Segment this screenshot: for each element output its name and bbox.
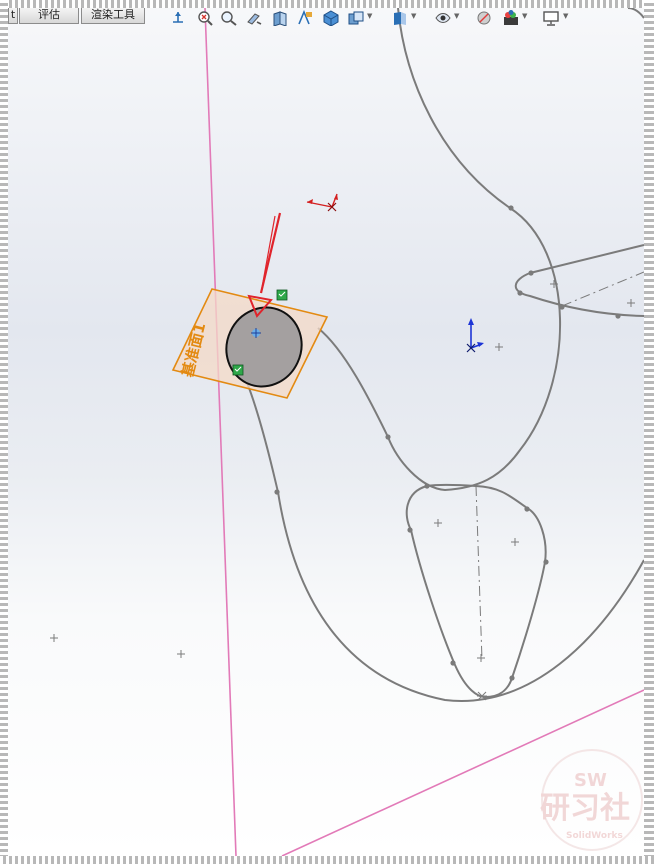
solidworks-window: 基准面1 SW 研习社 SolidWorks t 评估 渲染工具 ▼ ▼ ▼ ▼… (0, 0, 654, 864)
center-marks (50, 280, 635, 701)
sketch-point[interactable] (274, 489, 280, 495)
watermark-sub-text: SolidWorks (566, 831, 623, 841)
view-orientation-cube-icon[interactable] (321, 9, 341, 27)
apply-scene-icon[interactable] (501, 9, 521, 27)
sketch-point[interactable] (528, 270, 534, 276)
sketch-curve-bottom[interactable] (245, 379, 644, 702)
sketch-point[interactable] (543, 559, 549, 565)
tab-partial[interactable]: t (8, 8, 18, 24)
center-mark (495, 343, 503, 351)
chevron-down-icon[interactable]: ▼ (367, 12, 372, 20)
sketch-point[interactable] (424, 483, 430, 489)
center-mark (511, 538, 519, 546)
sketch-points (274, 205, 621, 681)
section-view-icon[interactable] (270, 9, 290, 27)
center-mark (50, 634, 58, 642)
sketch-point[interactable] (385, 434, 391, 440)
sketch-point[interactable] (524, 506, 530, 512)
watermark-main-text: 研习社 (540, 791, 630, 826)
sketch-curve-right[interactable] (627, 8, 644, 19)
sketch-teardrop[interactable] (405, 483, 547, 699)
sketch-point[interactable] (559, 304, 565, 310)
sketch-canvas[interactable]: 基准面1 SW 研习社 SolidWorks (8, 8, 644, 856)
previous-view-icon[interactable] (244, 9, 264, 27)
tab-evaluate[interactable]: 评估 (19, 8, 79, 24)
sketch-point[interactable] (407, 527, 413, 533)
sketch-point[interactable] (517, 290, 523, 296)
red-axis-triad-icon (306, 193, 338, 212)
zoom-to-fit-icon[interactable] (195, 9, 215, 27)
chevron-down-icon[interactable]: ▼ (411, 12, 416, 20)
view-orientation-icon[interactable] (168, 9, 188, 27)
sketch-point[interactable] (450, 660, 456, 666)
handle-lower[interactable] (232, 364, 244, 376)
center-mark (627, 299, 635, 307)
hide-show-items-icon[interactable] (390, 9, 410, 27)
watermark-top-text: SW (574, 770, 607, 791)
sketch-point[interactable] (615, 313, 621, 319)
edit-appearance-icon[interactable] (474, 9, 494, 27)
sketch-point[interactable] (509, 675, 515, 681)
centerline-upper (561, 271, 644, 307)
watermark-logo: SW 研习社 SolidWorks (540, 749, 643, 851)
torn-edge-left (0, 0, 8, 864)
torn-edge-bottom (0, 856, 654, 864)
hide-show-eye-icon[interactable] (433, 9, 453, 27)
sketch-curve-top[interactable] (317, 8, 561, 492)
center-mark (434, 519, 442, 527)
graphics-area[interactable]: 基准面1 SW 研习社 SolidWorks t 评估 渲染工具 ▼ ▼ ▼ ▼… (8, 8, 644, 856)
view-settings-icon[interactable] (541, 9, 561, 27)
plane-edge-vertical (204, 8, 237, 856)
chevron-down-icon[interactable]: ▼ (563, 12, 568, 20)
dynamic-annotation-icon[interactable] (295, 9, 315, 27)
torn-edge-top (0, 0, 654, 8)
sketch-point[interactable] (508, 205, 514, 211)
chevron-down-icon[interactable]: ▼ (454, 12, 459, 20)
zoom-area-icon[interactable] (219, 9, 239, 27)
center-mark (177, 650, 185, 658)
centerline-lower (475, 485, 483, 661)
torn-edge-right (644, 0, 654, 864)
tab-render-tools[interactable]: 渲染工具 (81, 8, 145, 24)
chevron-down-icon[interactable]: ▼ (522, 12, 527, 20)
blue-origin-triad-icon (466, 318, 484, 353)
handle-upper[interactable] (276, 289, 288, 301)
display-style-icon[interactable] (346, 9, 366, 27)
center-mark (477, 654, 485, 662)
